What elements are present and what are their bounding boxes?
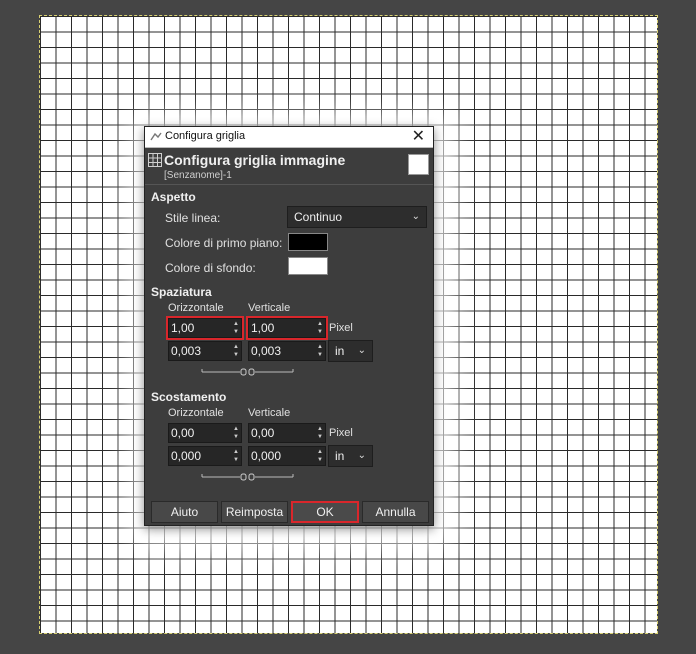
bg-color-label: Colore di sfondo: (165, 261, 256, 275)
section-appearance: Aspetto (151, 190, 196, 204)
line-style-value: Continuo (294, 210, 343, 224)
offset-unit-select[interactable]: in ⌄ (328, 445, 373, 467)
image-name: [Senzanome]-1 (164, 170, 232, 181)
spacing-v-pixels-input[interactable]: 1,00 ▲ ▼ (246, 316, 328, 340)
spin-arrows-icon[interactable]: ▲ ▼ (317, 320, 323, 336)
spacing-h-pixels-input[interactable]: 1,00 ▲ ▼ (166, 316, 244, 340)
chain-link-icon[interactable] (200, 367, 295, 377)
spin-arrows-icon[interactable]: ▲ ▼ (233, 343, 239, 359)
spacing-h-inches-input[interactable]: 0,003 ▲ ▼ (168, 341, 242, 361)
spacing-v-pixels-value: 1,00 (251, 321, 275, 335)
spacing-unit-value: in (335, 344, 345, 358)
offset-horizontal-label: Orizzontale (168, 407, 224, 419)
header-divider (145, 184, 433, 185)
offset-v-inches-input[interactable]: 0,000 ▲ ▼ (248, 446, 326, 466)
line-style-label: Stile linea: (165, 211, 221, 225)
offset-v-pixels-value: 0,00 (251, 426, 275, 440)
header-title: Configura griglia immagine (164, 152, 346, 168)
spin-arrows-icon[interactable]: ▲ ▼ (233, 320, 239, 336)
line-style-select[interactable]: Continuo ⌄ (287, 206, 427, 228)
dialog-title: Configura griglia (165, 130, 246, 142)
dialog-titlebar: Configura griglia ✕ (145, 127, 433, 148)
spacing-v-inches-value: 0,003 (251, 344, 282, 358)
spin-arrows-icon[interactable]: ▲ ▼ (233, 448, 239, 464)
chevron-down-icon: ⌄ (411, 211, 420, 222)
spacing-horizontal-label: Orizzontale (168, 302, 224, 314)
gimp-app-icon (150, 132, 162, 141)
spacing-vertical-label: Verticale (248, 302, 291, 314)
fg-color-swatch[interactable] (288, 233, 328, 251)
spin-arrows-icon[interactable]: ▲ ▼ (317, 425, 323, 441)
chain-link-icon[interactable] (200, 472, 295, 482)
image-preview-thumbnail (408, 154, 429, 175)
chevron-down-icon: ⌄ (357, 345, 366, 356)
offset-h-inches-input[interactable]: 0,000 ▲ ▼ (168, 446, 242, 466)
spin-arrows-icon[interactable]: ▲ ▼ (317, 343, 323, 359)
spacing-h-pixels-value: 1,00 (171, 321, 195, 335)
spin-arrows-icon[interactable]: ▲ ▼ (233, 425, 239, 441)
spacing-unit-select[interactable]: in ⌄ (328, 340, 373, 362)
offset-unit-value: in (335, 449, 345, 463)
help-button[interactable]: Aiuto (151, 501, 218, 523)
reset-button[interactable]: Reimposta (221, 501, 288, 523)
spacing-v-inches-input[interactable]: 0,003 ▲ ▼ (248, 341, 326, 361)
spacing-h-inches-value: 0,003 (171, 344, 202, 358)
configure-grid-dialog: Configura griglia ✕ Configura griglia im… (144, 126, 434, 526)
section-spacing: Spaziatura (151, 285, 212, 299)
spacing-pixel-unit: Pixel (329, 322, 353, 334)
spin-arrows-icon[interactable]: ▲ ▼ (317, 448, 323, 464)
ok-button[interactable]: OK (291, 501, 359, 523)
offset-v-pixels-input[interactable]: 0,00 ▲ ▼ (248, 423, 326, 443)
offset-h-pixels-value: 0,00 (171, 426, 195, 440)
section-offset: Scostamento (151, 390, 227, 404)
chevron-down-icon: ⌄ (357, 450, 366, 461)
bg-color-swatch[interactable] (288, 257, 328, 275)
offset-h-pixels-input[interactable]: 0,00 ▲ ▼ (168, 423, 242, 443)
cancel-button[interactable]: Annulla (362, 501, 429, 523)
close-icon[interactable]: ✕ (412, 127, 425, 147)
dialog-header: Configura griglia immagine [Senzanome]-1 (145, 148, 433, 184)
offset-pixel-unit: Pixel (329, 427, 353, 439)
offset-h-inches-value: 0,000 (171, 449, 202, 463)
offset-v-inches-value: 0,000 (251, 449, 282, 463)
grid-icon (148, 153, 162, 167)
offset-vertical-label: Verticale (248, 407, 291, 419)
fg-color-label: Colore di primo piano: (165, 236, 283, 250)
